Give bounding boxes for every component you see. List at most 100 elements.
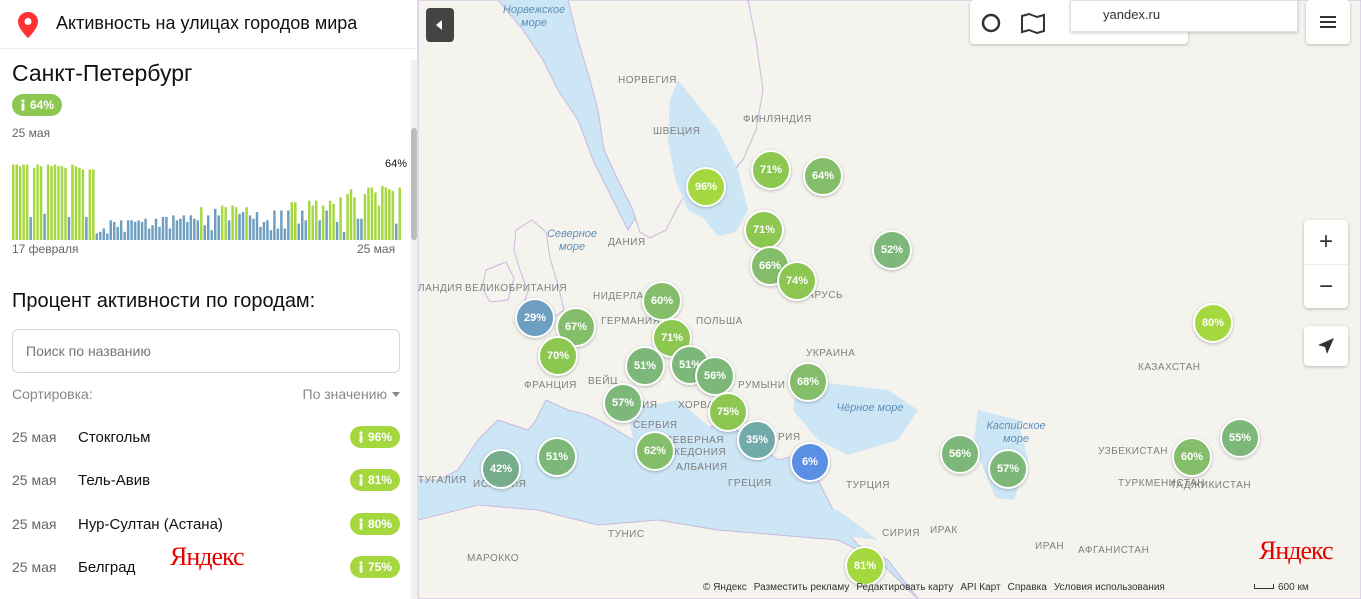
footer-link[interactable]: Условия использования: [1054, 582, 1165, 593]
chart-bar: [370, 187, 374, 240]
city-marker[interactable]: 81%: [845, 546, 885, 586]
url-bar[interactable]: yandex.ru: [1070, 0, 1298, 32]
chart-bar: [119, 220, 123, 240]
layers-icon[interactable]: [980, 12, 1002, 34]
collapse-panel-button[interactable]: [426, 8, 454, 42]
city-marker[interactable]: 71%: [744, 210, 784, 250]
city-marker[interactable]: 96%: [686, 167, 726, 207]
row-activity-badge: 80%: [349, 513, 400, 535]
country-label: ТУНИС: [608, 529, 645, 540]
chart-bar: [161, 217, 165, 240]
location-pin-icon: [18, 12, 38, 38]
chart-bar: [78, 167, 81, 240]
chart-bar: [388, 189, 391, 240]
menu-button[interactable]: [1306, 0, 1350, 44]
chart-bar: [213, 208, 217, 240]
chart-bar: [158, 226, 161, 240]
country-label: ЛАНДИЯ: [418, 283, 463, 294]
traffic-icon[interactable]: [1020, 12, 1046, 34]
chart-bar: [259, 226, 262, 240]
city-name: Санкт-Петербург: [12, 60, 193, 86]
city-marker[interactable]: 64%: [803, 156, 843, 196]
city-marker[interactable]: 68%: [788, 362, 828, 402]
scrollbar-thumb[interactable]: [411, 128, 417, 240]
menu-icon: [1320, 16, 1336, 28]
row-city: Белград: [78, 559, 136, 576]
person-icon: [359, 561, 363, 573]
chart-bar: [172, 215, 175, 240]
chart-bar: [12, 164, 15, 240]
chart-bar: [353, 197, 356, 240]
sea-label: Каспийское море: [986, 420, 1046, 445]
chart-bar: [179, 218, 182, 240]
chart-bar: [25, 164, 29, 240]
footer-link[interactable]: © Яндекс: [703, 582, 747, 593]
country-label: РУМЫНИ: [738, 380, 786, 391]
city-marker[interactable]: 74%: [777, 261, 817, 301]
chart-bar: [116, 226, 119, 240]
city-marker[interactable]: 56%: [940, 434, 980, 474]
city-marker[interactable]: 29%: [515, 298, 555, 338]
list-item[interactable]: 25 мая Тель-Авив 81%: [0, 460, 417, 500]
city-marker[interactable]: 52%: [872, 230, 912, 270]
row-city: Тель-Авив: [78, 472, 151, 489]
search-input[interactable]: [12, 329, 400, 373]
zoom-in-button[interactable]: +: [1304, 220, 1348, 264]
row-activity-value: 81%: [367, 473, 392, 487]
chart-bar: [109, 220, 112, 240]
chart-bar: [126, 220, 130, 240]
list-item[interactable]: 25 мая Нур-Султан (Астана) 80%: [0, 504, 417, 544]
chart-bar: [36, 164, 39, 240]
chart-bar: [241, 212, 245, 240]
sea-label: Северное море: [546, 228, 598, 253]
chart-bar: [39, 166, 43, 240]
yandex-map-logo: Яндекс: [1259, 536, 1334, 565]
row-date: 25 мая: [12, 429, 57, 445]
chart-bar: [377, 205, 381, 240]
city-marker[interactable]: 42%: [481, 449, 521, 489]
city-marker[interactable]: 60%: [642, 281, 682, 321]
country-label: ФИНЛЯНДИЯ: [743, 114, 812, 125]
chart-bar: [193, 218, 196, 240]
chart-bar: [384, 187, 388, 240]
city-marker[interactable]: 55%: [1220, 418, 1260, 458]
city-marker[interactable]: 51%: [537, 437, 577, 477]
row-activity-badge: 81%: [349, 469, 400, 491]
chart-bar: [220, 205, 224, 240]
chart-bar: [50, 166, 53, 240]
city-activity-value: 64%: [30, 98, 55, 112]
city-marker[interactable]: 71%: [751, 150, 791, 190]
city-marker[interactable]: 62%: [635, 431, 675, 471]
chart-bar: [321, 205, 325, 240]
footer-link[interactable]: Редактировать карту: [856, 582, 953, 593]
city-marker[interactable]: 57%: [988, 449, 1028, 489]
navigation-arrow-icon: [1318, 338, 1334, 354]
chart-bar: [266, 220, 269, 240]
map-scale: 600 км: [1254, 582, 1309, 593]
zoom-out-button[interactable]: −: [1304, 264, 1348, 308]
city-marker[interactable]: 51%: [625, 346, 665, 386]
city-marker[interactable]: 6%: [790, 442, 830, 482]
city-marker[interactable]: 70%: [538, 336, 578, 376]
footer-link[interactable]: Разместить рекламу: [754, 582, 850, 593]
map[interactable]: НОРВЕГИЯ ФИНЛЯНДИЯ ШВЕЦИЯ ДАНИЯ ВЕЛИКОБРИТАН…: [418, 0, 1361, 599]
chart-value-label: 64%: [385, 158, 408, 170]
chart-bar: [196, 220, 200, 240]
locate-button[interactable]: [1304, 326, 1348, 366]
city-marker[interactable]: 56%: [695, 356, 735, 396]
list-item[interactable]: 25 мая Стокгольм 96%: [0, 417, 417, 457]
city-marker[interactable]: 57%: [603, 383, 643, 423]
footer-link[interactable]: Справка: [1008, 582, 1047, 593]
city-marker[interactable]: 60%: [1172, 437, 1212, 477]
person-icon: [359, 518, 363, 530]
chart-bar: [381, 185, 384, 240]
footer-link[interactable]: API Карт: [960, 582, 1000, 593]
chart-bar: [398, 187, 401, 240]
chart-bar: [332, 203, 335, 240]
chart-bar: [140, 221, 144, 240]
city-marker[interactable]: 35%: [737, 420, 777, 460]
sort-dropdown[interactable]: По значению: [303, 386, 400, 402]
city-marker[interactable]: 80%: [1193, 303, 1233, 343]
row-date: 25 мая: [12, 472, 57, 488]
country-label: ТУРЦИЯ: [846, 480, 890, 491]
